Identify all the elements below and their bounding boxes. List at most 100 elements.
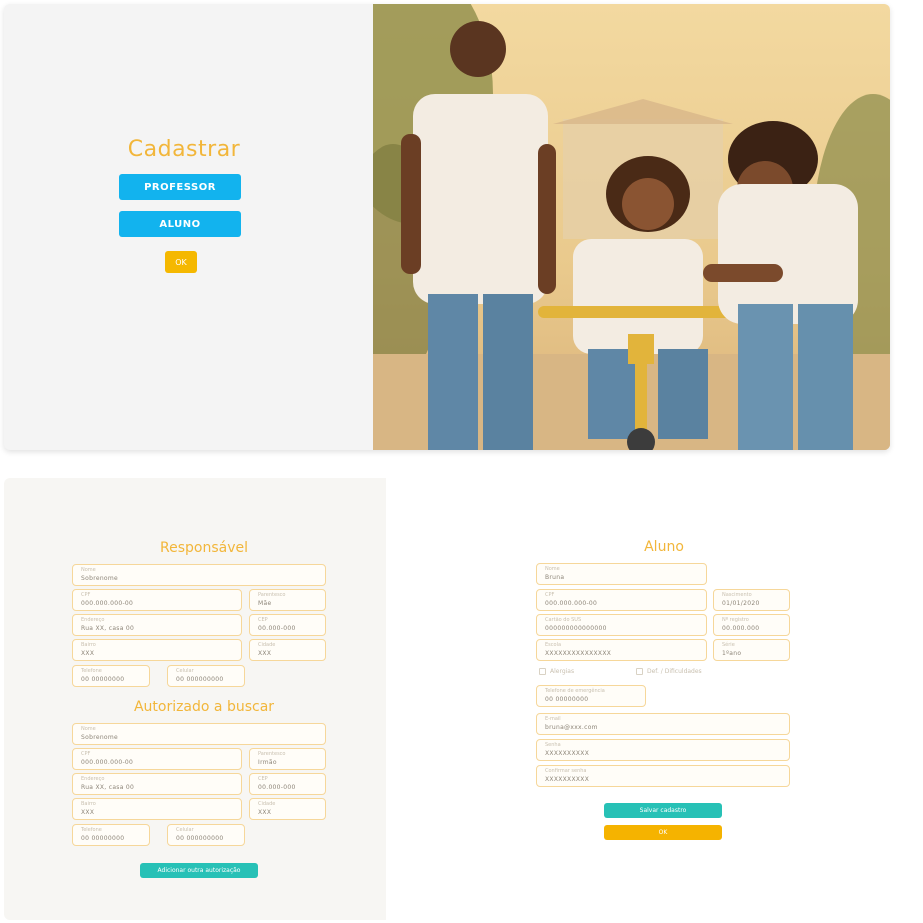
authorized-name-field[interactable]: Nome Sobrenome <box>72 723 326 745</box>
field-label: Celular <box>176 668 194 674</box>
authorized-cpf-field[interactable]: CPF 000.000.000-00 <box>72 748 242 770</box>
field-label: Senha <box>545 742 561 748</box>
field-label: Celular <box>176 827 194 833</box>
check-label: Alergias <box>550 668 575 675</box>
field-value: Sobrenome <box>81 575 119 582</box>
student-ok-button[interactable]: OK <box>604 825 722 840</box>
field-label: Bairro <box>81 642 96 648</box>
field-label: Bairro <box>81 801 96 807</box>
field-label: Série <box>722 642 735 648</box>
student-button[interactable]: ALUNO <box>119 211 241 237</box>
student-registry-field[interactable]: Nº registro 00.000.000 <box>713 614 790 636</box>
field-value: XXXXXXXXXX <box>545 750 590 757</box>
authorized-relation-field[interactable]: Parentesco Irmão <box>249 748 326 770</box>
field-label: Cidade <box>258 801 276 807</box>
guardian-name-field[interactable]: Nome Sobrenome <box>72 564 326 586</box>
authorized-title: Autorizado a buscar <box>133 699 275 715</box>
field-label: Cidade <box>258 642 276 648</box>
field-label: CPF <box>545 592 555 598</box>
field-value: XXX <box>81 809 95 816</box>
field-value: 00.000-000 <box>258 784 296 791</box>
field-label: CPF <box>81 592 91 598</box>
student-emergency-phone-field[interactable]: Telefone de emergência 00 00000000 <box>536 685 646 707</box>
family-bike-illustration <box>373 4 890 450</box>
add-authorization-button[interactable]: Adicionar outra autorização <box>140 863 258 878</box>
save-student-button[interactable]: Salvar cadastro <box>604 803 722 818</box>
register-title: Cadastrar <box>127 137 241 162</box>
field-value: 000000000000000 <box>545 625 607 632</box>
checkbox[interactable] <box>636 668 643 675</box>
field-label: Telefone <box>81 668 102 674</box>
field-label: Nome <box>81 726 96 732</box>
authorized-mobile-field[interactable]: Celular 00 000000000 <box>167 824 245 846</box>
field-label: Parentesco <box>258 751 286 757</box>
allergies-check[interactable]: Alergias <box>539 668 574 675</box>
student-password-field[interactable]: Senha XXXXXXXXXX <box>536 739 790 761</box>
field-value: 00 000000000 <box>176 676 224 683</box>
field-value: 00 000000000 <box>176 835 224 842</box>
guardian-phone-field[interactable]: Telefone 00 00000000 <box>72 665 150 687</box>
authorized-address-field[interactable]: Endereço Rua XX, casa 00 <box>72 773 242 795</box>
guardian-district-field[interactable]: Bairro XXX <box>72 639 242 661</box>
field-value: 00 00000000 <box>81 676 125 683</box>
field-value: 01/01/2020 <box>722 600 760 607</box>
field-value: Irmão <box>258 759 277 766</box>
student-title: Aluno <box>644 539 684 555</box>
field-label: Telefone <box>81 827 102 833</box>
guardian-cep-field[interactable]: CEP 00.000-000 <box>249 614 326 636</box>
field-value: 1ºano <box>722 650 742 657</box>
guardian-mobile-field[interactable]: Celular 00 000000000 <box>167 665 245 687</box>
field-value: 000.000.000-00 <box>81 600 134 607</box>
field-value: 000.000.000-00 <box>81 759 134 766</box>
field-label: CPF <box>81 751 91 757</box>
field-label: Cartão do SUS <box>545 617 582 623</box>
check-label: Def. / Dificuldades <box>647 668 702 675</box>
field-label: CEP <box>258 617 268 623</box>
student-sus-card-field[interactable]: Cartão do SUS 000000000000000 <box>536 614 707 636</box>
difficulties-check[interactable]: Def. / Dificuldades <box>636 668 702 675</box>
student-birth-field[interactable]: Nascimento 01/01/2020 <box>713 589 790 611</box>
field-label: Confirmar senha <box>545 768 587 774</box>
student-grade-field[interactable]: Série 1ºano <box>713 639 790 661</box>
authorized-district-field[interactable]: Bairro XXX <box>72 798 242 820</box>
authorized-city-field[interactable]: Cidade XXX <box>249 798 326 820</box>
student-email-field[interactable]: E-mail bruna@xxx.com <box>536 713 790 735</box>
guardian-city-field[interactable]: Cidade XXX <box>249 639 326 661</box>
field-value: XXXXXXXXXXXXXXX <box>545 650 612 657</box>
forms-card: Responsável Nome Sobrenome CPF 000.000.0… <box>4 478 920 920</box>
checkbox[interactable] <box>539 668 546 675</box>
authorized-phone-field[interactable]: Telefone 00 00000000 <box>72 824 150 846</box>
field-value: 000.000.000-00 <box>545 600 598 607</box>
guardian-title: Responsável <box>160 540 248 556</box>
guardian-cpf-field[interactable]: CPF 000.000.000-00 <box>72 589 242 611</box>
field-label: Nascimento <box>722 592 752 598</box>
field-value: XXXXXXXXXX <box>545 776 590 783</box>
student-name-field[interactable]: Nome Bruna <box>536 563 707 585</box>
field-value: 00 00000000 <box>545 696 589 703</box>
field-value: 00.000-000 <box>258 625 296 632</box>
field-value: XXX <box>81 650 95 657</box>
field-label: Telefone de emergência <box>545 688 605 694</box>
field-label: Endereço <box>81 776 105 782</box>
field-value: Sobrenome <box>81 734 119 741</box>
field-label: Nº registro <box>722 617 749 623</box>
field-value: XXX <box>258 809 272 816</box>
field-label: Nome <box>545 566 560 572</box>
student-confirm-password-field[interactable]: Confirmar senha XXXXXXXXXX <box>536 765 790 787</box>
field-label: Endereço <box>81 617 105 623</box>
guardian-address-field[interactable]: Endereço Rua XX, casa 00 <box>72 614 242 636</box>
authorized-cep-field[interactable]: CEP 00.000-000 <box>249 773 326 795</box>
field-value: Bruna <box>545 574 565 581</box>
field-value: XXX <box>258 650 272 657</box>
field-label: Nome <box>81 567 96 573</box>
ok-button[interactable]: OK <box>165 251 197 273</box>
field-label: CEP <box>258 776 268 782</box>
guardian-relation-field[interactable]: Parentesco Mãe <box>249 589 326 611</box>
field-label: E-mail <box>545 716 561 722</box>
field-label: Escola <box>545 642 562 648</box>
field-value: 00 00000000 <box>81 835 125 842</box>
student-cpf-field[interactable]: CPF 000.000.000-00 <box>536 589 707 611</box>
student-school-field[interactable]: Escola XXXXXXXXXXXXXXX <box>536 639 707 661</box>
field-value: Rua XX, casa 00 <box>81 625 135 632</box>
teacher-button[interactable]: PROFESSOR <box>119 174 241 200</box>
